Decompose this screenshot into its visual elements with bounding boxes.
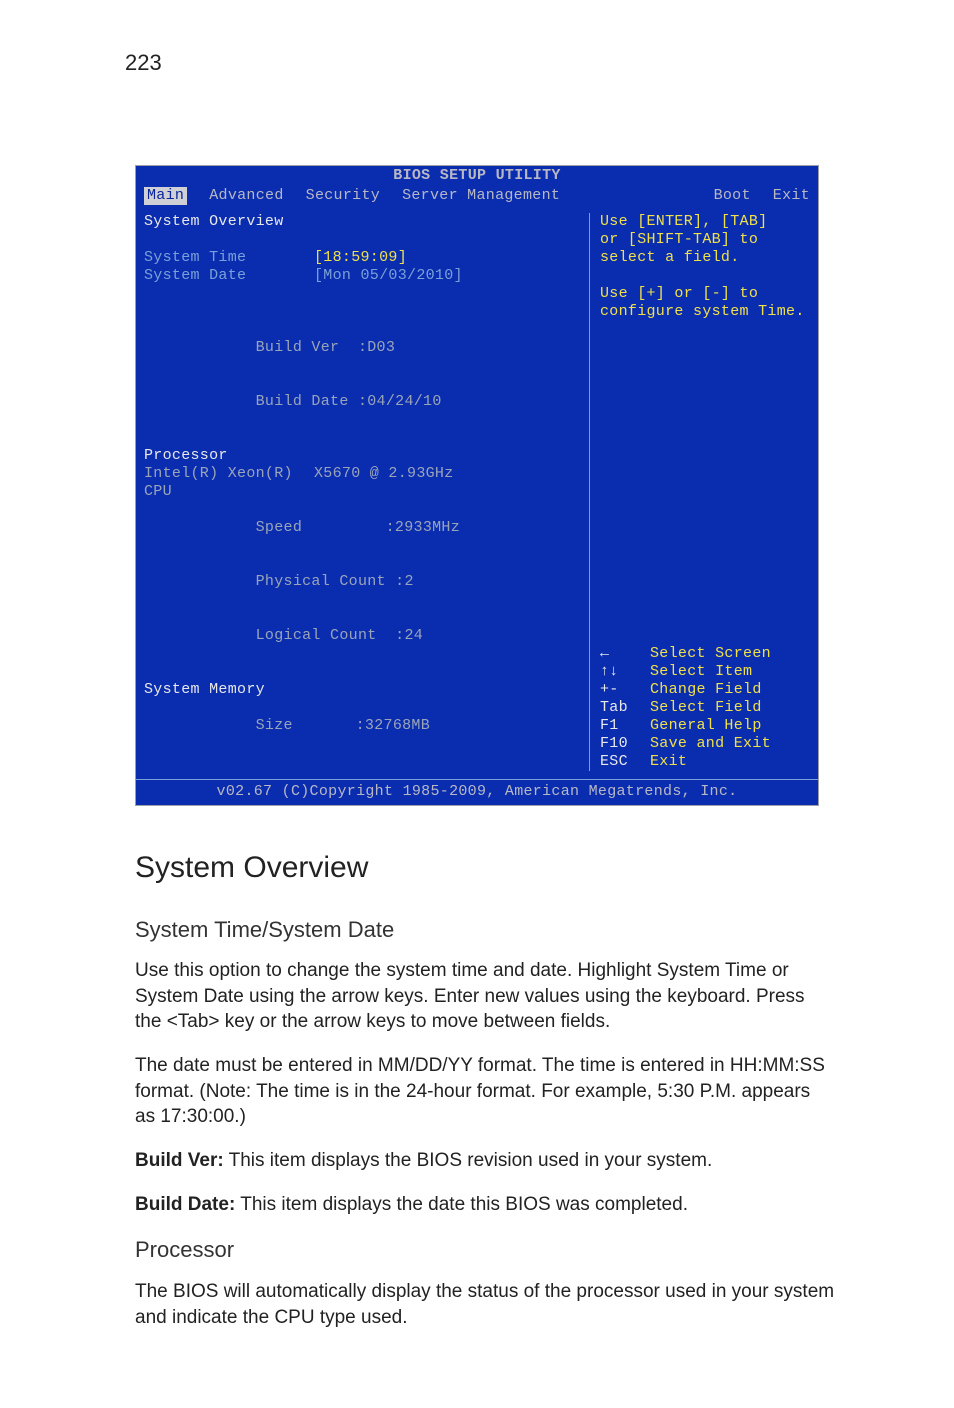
cpu-speed-label: Speed bbox=[256, 519, 386, 537]
help-line-5: configure system Time. bbox=[600, 303, 810, 321]
help-line-3: select a field. bbox=[600, 249, 810, 267]
doc-p4-rest: This item displays the date this BIOS wa… bbox=[235, 1194, 688, 1215]
memory-size-value: :32768MB bbox=[356, 717, 430, 734]
memory-size-label: Size bbox=[256, 717, 356, 735]
bios-footer: v02.67 (C)Copyright 1985-2009, American … bbox=[136, 779, 818, 805]
doc-p3-bold: Build Ver: bbox=[135, 1150, 224, 1171]
page-number: 223 bbox=[125, 50, 162, 76]
key-select-field: TabSelect Field bbox=[600, 699, 810, 717]
build-ver-value: D03 bbox=[367, 339, 395, 356]
tab-advanced[interactable]: Advanced bbox=[209, 187, 283, 205]
key-select-screen: ←Select Screen bbox=[600, 645, 810, 663]
bios-title: BIOS SETUP UTILITY bbox=[136, 166, 818, 187]
build-date-label: Build Date : bbox=[256, 393, 368, 410]
system-date-value[interactable]: [Mon 05/03/2010] bbox=[314, 267, 463, 285]
tab-boot[interactable]: Boot bbox=[714, 187, 751, 205]
key-change-field-desc: Change Field bbox=[650, 681, 762, 699]
doc-h1: System Overview bbox=[135, 848, 835, 889]
build-ver-row: Build Ver :D03 bbox=[144, 321, 579, 375]
doc-p2: The date must be entered in MM/DD/YY for… bbox=[135, 1053, 835, 1130]
tab-spacer bbox=[582, 187, 691, 205]
key-select-screen-desc: Select Screen bbox=[650, 645, 771, 663]
build-date-value: 04/24/10 bbox=[367, 393, 441, 410]
tab-exit[interactable]: Exit bbox=[773, 187, 810, 205]
tab-server-management[interactable]: Server Management bbox=[402, 187, 560, 205]
doc-h2-time-date: System Time/System Date bbox=[135, 915, 835, 945]
help-line-2: or [SHIFT-TAB] to bbox=[600, 231, 810, 249]
key-select-item: ↑↓Select Item bbox=[600, 663, 810, 681]
processor-heading: Processor bbox=[144, 447, 579, 465]
key-legend: ←Select Screen ↑↓Select Item +-Change Fi… bbox=[600, 645, 810, 771]
cpu-speed-value: :2933MHz bbox=[386, 519, 460, 536]
cpu-name-row: Intel(R) Xeon(R) CPU X5670 @ 2.93GHz bbox=[144, 465, 579, 501]
memory-size-row: Size:32768MB bbox=[144, 699, 579, 753]
key-f10: F10 bbox=[600, 735, 650, 753]
doc-p4: Build Date: This item displays the date … bbox=[135, 1192, 835, 1218]
key-change-field: +-Change Field bbox=[600, 681, 810, 699]
cpu-name-left: Intel(R) Xeon(R) CPU bbox=[144, 465, 314, 501]
bios-help-pane: Use [ENTER], [TAB] or [SHIFT-TAB] to sel… bbox=[589, 213, 810, 771]
plus-minus-icon: +- bbox=[600, 681, 650, 699]
system-time-row[interactable]: System Time [18:59:09] bbox=[144, 249, 579, 267]
bios-tab-bar: Main Advanced Security Server Management… bbox=[136, 187, 818, 207]
cpu-name-right: X5670 @ 2.93GHz bbox=[314, 465, 454, 501]
tab-main[interactable]: Main bbox=[144, 187, 187, 205]
phys-count-value: 2 bbox=[404, 573, 413, 590]
document-page: 223 BIOS SETUP UTILITY Main Advanced Sec… bbox=[0, 0, 954, 1408]
phys-count-label: Physical Count : bbox=[256, 573, 405, 590]
help-line-1: Use [ENTER], [TAB] bbox=[600, 213, 810, 231]
key-help-desc: General Help bbox=[650, 717, 762, 735]
key-save-exit: F10Save and Exit bbox=[600, 735, 810, 753]
key-help: F1General Help bbox=[600, 717, 810, 735]
help-line-4: Use [+] or [-] to bbox=[600, 285, 810, 303]
doc-p5: The BIOS will automatically display the … bbox=[135, 1279, 835, 1330]
log-count-value: 24 bbox=[404, 627, 423, 644]
bios-window: BIOS SETUP UTILITY Main Advanced Securit… bbox=[135, 165, 819, 806]
phys-count-row: Physical Count :2 bbox=[144, 555, 579, 609]
bios-left-pane: System Overview System Time [18:59:09] S… bbox=[144, 213, 579, 771]
system-date-row[interactable]: System Date [Mon 05/03/2010] bbox=[144, 267, 579, 285]
doc-p4-bold: Build Date: bbox=[135, 1194, 235, 1215]
key-save-exit-desc: Save and Exit bbox=[650, 735, 771, 753]
log-count-row: Logical Count :24 bbox=[144, 609, 579, 663]
bios-figure: BIOS SETUP UTILITY Main Advanced Securit… bbox=[135, 165, 894, 806]
doc-p1: Use this option to change the system tim… bbox=[135, 958, 835, 1035]
key-select-item-desc: Select Item bbox=[650, 663, 752, 681]
doc-h2-processor: Processor bbox=[135, 1235, 835, 1265]
key-exit-desc: Exit bbox=[650, 753, 687, 771]
key-select-field-desc: Select Field bbox=[650, 699, 762, 717]
arrow-updown-icon: ↑↓ bbox=[600, 663, 650, 681]
tab-security[interactable]: Security bbox=[306, 187, 380, 205]
arrow-left-icon: ← bbox=[600, 645, 650, 663]
key-f1: F1 bbox=[600, 717, 650, 735]
help-text: Use [ENTER], [TAB] or [SHIFT-TAB] to sel… bbox=[600, 213, 810, 321]
system-time-value[interactable]: [18:59:09] bbox=[314, 249, 407, 267]
log-count-label: Logical Count : bbox=[256, 627, 405, 644]
key-tab: Tab bbox=[600, 699, 650, 717]
key-exit: ESCExit bbox=[600, 753, 810, 771]
key-esc: ESC bbox=[600, 753, 650, 771]
build-date-row: Build Date :04/24/10 bbox=[144, 375, 579, 429]
document-body: System Overview System Time/System Date … bbox=[135, 848, 835, 1330]
doc-p3-rest: This item displays the BIOS revision use… bbox=[224, 1150, 713, 1171]
build-ver-label: Build Ver : bbox=[256, 339, 368, 356]
bios-body: System Overview System Time [18:59:09] S… bbox=[136, 207, 818, 779]
system-time-label: System Time bbox=[144, 249, 314, 267]
memory-heading: System Memory bbox=[144, 681, 579, 699]
system-date-label: System Date bbox=[144, 267, 314, 285]
cpu-speed-row: Speed:2933MHz bbox=[144, 501, 579, 555]
overview-heading: System Overview bbox=[144, 213, 579, 231]
doc-p3: Build Ver: This item displays the BIOS r… bbox=[135, 1148, 835, 1174]
